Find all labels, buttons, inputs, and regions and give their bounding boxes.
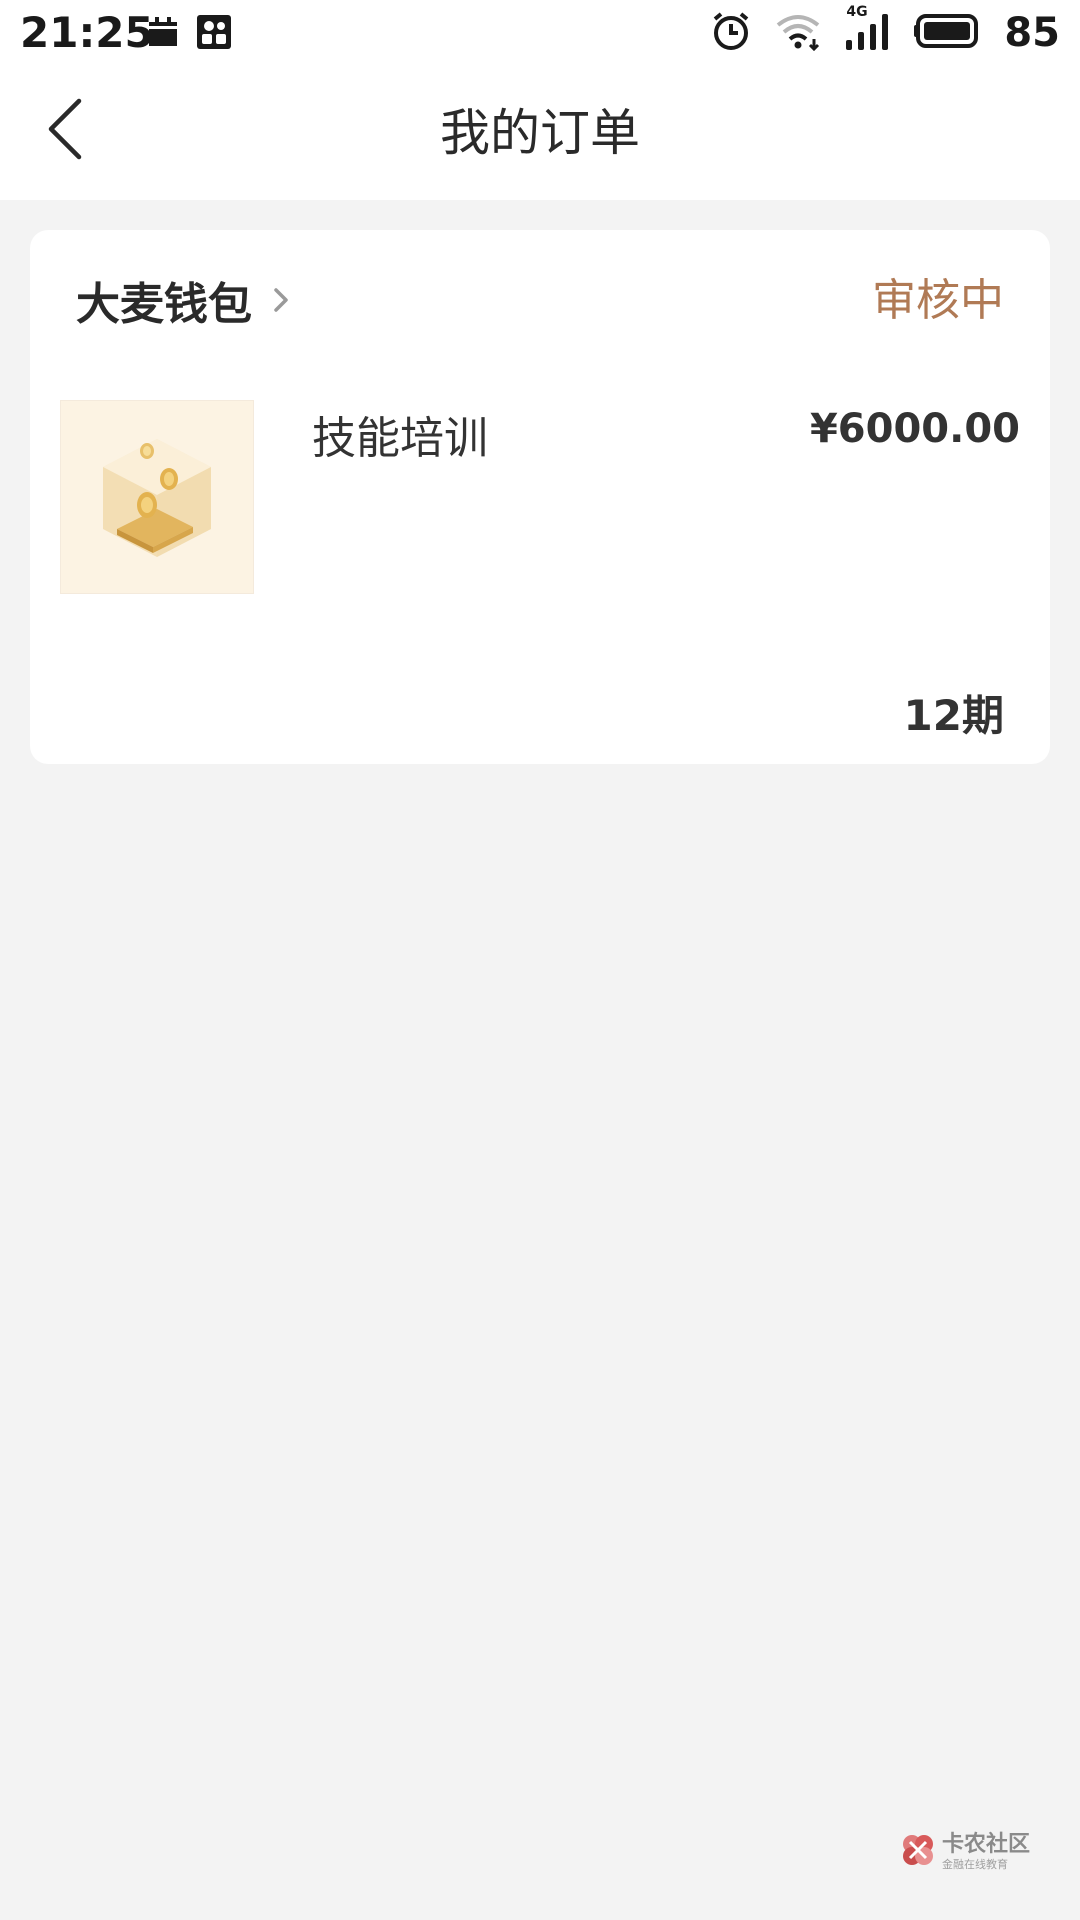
community-watermark: 卡农社区 金融在线教育 (900, 1830, 1030, 1874)
app-notification-icon (196, 14, 232, 54)
chevron-right-icon (272, 286, 290, 318)
order-status: 审核中 (872, 275, 1004, 326)
network-type-label: 4G (846, 4, 868, 20)
status-time: 21:25 (20, 8, 154, 57)
nav-bar: 我的订单 (0, 66, 1080, 200)
alarm-icon (710, 10, 752, 56)
product-price: ¥6000.00 (809, 406, 1020, 452)
product-name: 技能培训 (312, 413, 488, 464)
status-bar: 21:25 4G 85 (0, 0, 1080, 66)
back-button[interactable] (30, 96, 100, 166)
watermark-subtitle: 金融在线教育 (942, 1858, 1008, 1871)
page-title: 我的订单 (440, 104, 640, 162)
wifi-icon (774, 11, 822, 55)
notification-icons (146, 14, 232, 54)
merchant-link[interactable]: 大麦钱包 (76, 268, 290, 332)
order-card[interactable]: 大麦钱包 审核中 技能培训 ¥6000.00 12期 (30, 230, 1050, 764)
watermark-title: 卡农社区 (942, 1832, 1031, 1857)
installment-term: 12期 (903, 691, 1004, 740)
chevron-left-icon (45, 97, 85, 165)
battery-icon (914, 14, 982, 52)
cellular-signal-icon: 4G (844, 4, 892, 56)
product-image (60, 400, 254, 594)
system-indicators: 4G 85 (710, 4, 1060, 56)
community-logo-icon (900, 1832, 936, 1872)
battery-level: 85 (1004, 10, 1060, 56)
calendar-notification-icon (146, 14, 180, 54)
merchant-name: 大麦钱包 (76, 279, 252, 330)
